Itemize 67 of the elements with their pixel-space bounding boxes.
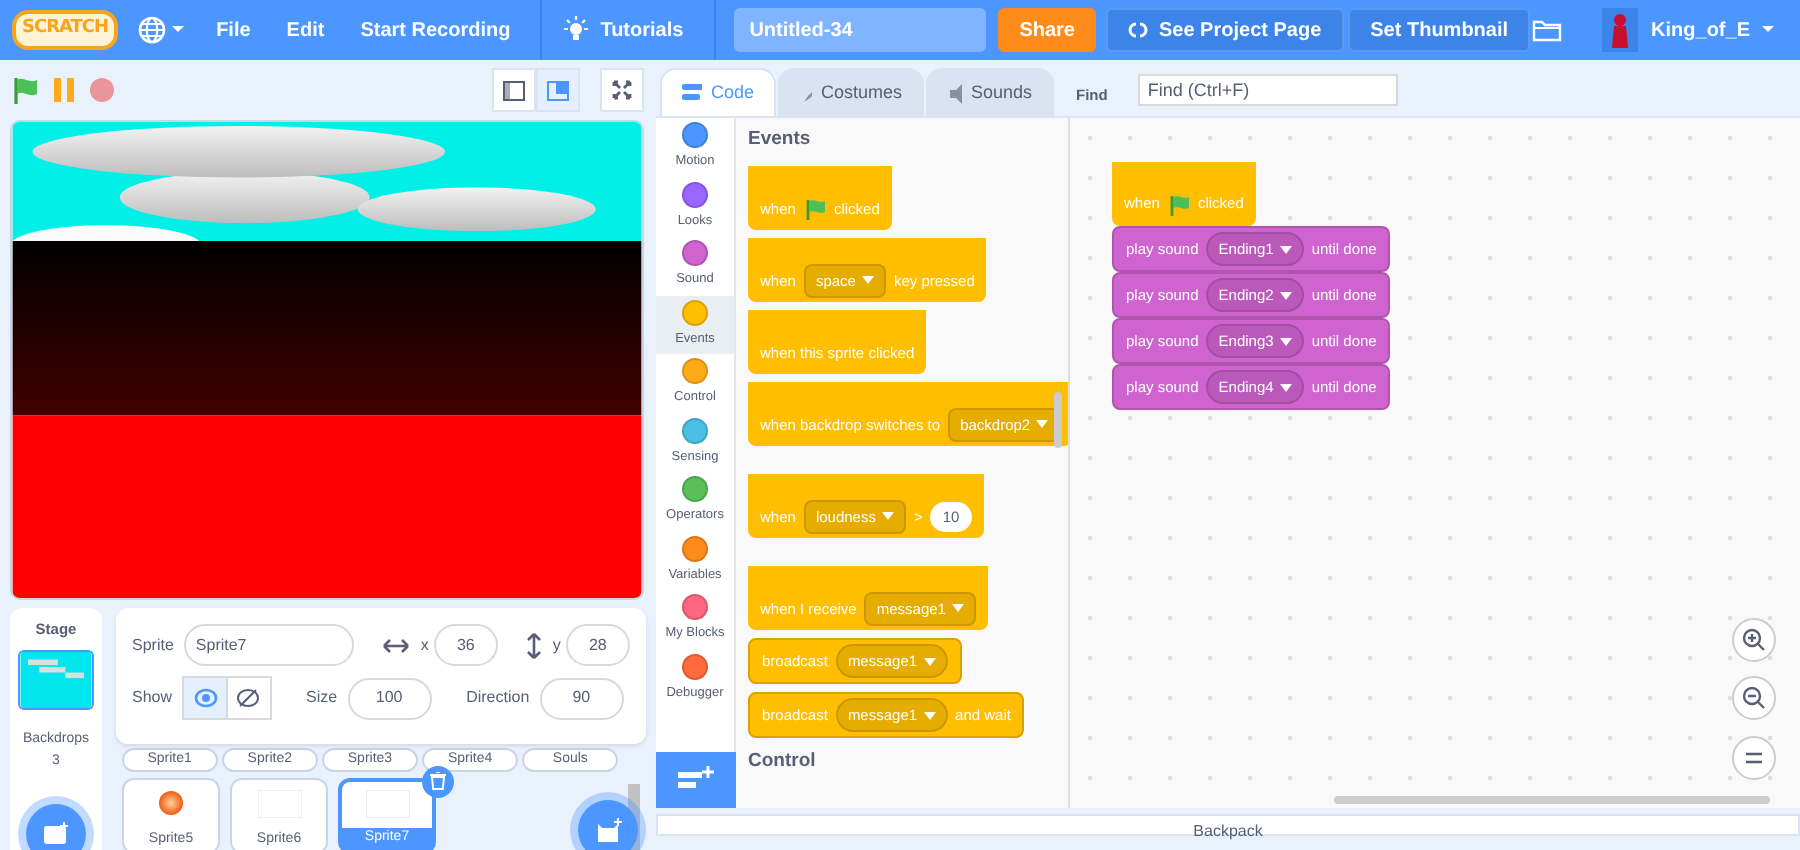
vertical-arrows-icon (526, 631, 543, 659)
sprite-name-field[interactable]: Sprite7 (183, 624, 354, 666)
globe-icon[interactable] (138, 16, 167, 44)
see-project-page-button[interactable]: See Project Page (1106, 8, 1344, 52)
equals-icon (1744, 750, 1764, 766)
direction-field[interactable]: 90 (539, 677, 624, 719)
backdrop-thumbnail[interactable] (18, 650, 94, 711)
category-heading: Events (748, 126, 813, 154)
small-stage-button[interactable] (492, 68, 536, 112)
lightbulb-icon[interactable] (562, 16, 591, 44)
zoom-out-button[interactable] (1732, 676, 1776, 720)
avatar-icon[interactable] (1601, 8, 1638, 52)
ball-thumbnail (158, 790, 184, 816)
code-icon (682, 84, 703, 102)
extension-icon (678, 766, 714, 794)
pause-icon[interactable] (50, 76, 78, 104)
folder-icon[interactable] (1531, 18, 1562, 42)
scrollbar-thumb[interactable] (1334, 796, 1770, 804)
editor-tab[interactable]: Costumes (778, 68, 924, 116)
flag-icon (1167, 193, 1190, 215)
x-field[interactable]: 36 (433, 624, 498, 666)
trash-icon (430, 772, 446, 790)
scrollbar-thumb[interactable] (1054, 392, 1062, 448)
fullscreen-button[interactable] (600, 68, 644, 112)
editor-tab[interactable]: Sounds (926, 68, 1054, 116)
caret-icon[interactable] (1760, 24, 1776, 36)
menu-item[interactable]: Edit (268, 15, 343, 45)
zoom-out-icon (1742, 686, 1766, 710)
eye-icon (193, 688, 218, 708)
link-icon (1128, 20, 1149, 40)
zoom-in-button[interactable] (1732, 618, 1776, 662)
size-label: Size (306, 686, 338, 710)
fullscreen-icon (612, 80, 632, 100)
add-extension-button[interactable] (656, 752, 736, 808)
horizontal-arrows-icon (382, 637, 411, 653)
flag-icon (803, 197, 826, 220)
flag-icon[interactable] (12, 76, 40, 104)
reset-zoom-button[interactable] (1732, 736, 1776, 780)
username[interactable]: King_of_E (1651, 15, 1750, 45)
set-thumbnail-button[interactable]: Set Thumbnail (1348, 8, 1531, 52)
speaker-icon (948, 83, 963, 103)
caret-icon[interactable] (170, 24, 187, 36)
cat-plus-icon (594, 817, 622, 843)
stop-icon[interactable] (88, 76, 116, 104)
y-label: y (552, 633, 561, 657)
y-field[interactable]: 28 (565, 624, 630, 666)
project-title-field[interactable]: Untitled-34 (733, 8, 986, 52)
show-label: Show (132, 686, 173, 710)
layout-icon (546, 79, 570, 101)
hidden-eye-icon (236, 688, 261, 708)
category-heading: Control (748, 748, 818, 777)
x-label: x (420, 633, 429, 657)
zoom-in-icon (1742, 628, 1766, 652)
find-field[interactable]: Find (Ctrl+F) (1137, 74, 1398, 106)
tutorials-button[interactable]: Tutorials (590, 15, 702, 45)
add-backdrop-button[interactable] (26, 804, 86, 850)
editor-tab[interactable]: Code (660, 68, 776, 116)
hide-sprite-button[interactable] (225, 676, 272, 720)
menu-item[interactable]: Start Recording (342, 15, 529, 45)
image-plus-icon (42, 822, 70, 846)
share-button[interactable]: Share (997, 8, 1097, 52)
menu-item[interactable]: File (198, 15, 269, 45)
size-field[interactable]: 100 (347, 677, 432, 719)
layout-icon (502, 79, 526, 101)
sprite-label: Sprite (132, 633, 174, 657)
direction-label: Direction (466, 686, 530, 710)
backpack-bar[interactable]: Backpack (656, 814, 1800, 836)
